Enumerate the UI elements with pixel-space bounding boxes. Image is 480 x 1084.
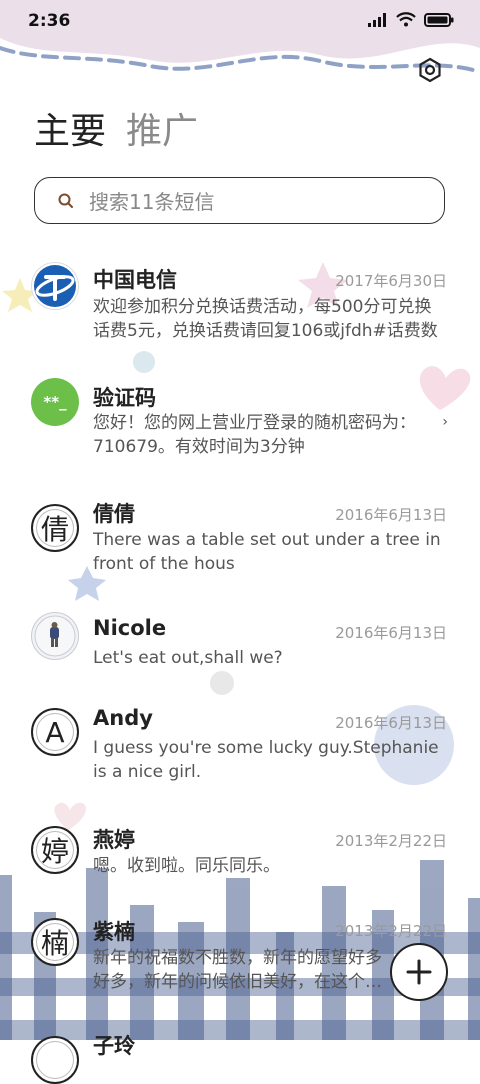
contact-name: 子玲 [93,1034,135,1058]
conversation-item[interactable]: 子玲 [0,1028,480,1084]
code-avatar: **_ [31,378,79,426]
message-date: 2016年6月13日 [335,714,447,732]
conversation-item[interactable]: **_ 验证码 您好！您的网上营业厅登录的随机密码为：710679。有效时间为3… [0,370,480,482]
photo-avatar [31,612,79,660]
settings-icon[interactable] [416,56,444,84]
contact-name: Andy [93,706,153,730]
message-preview: I guess you're some lucky guy.Stephanie … [93,738,439,782]
conversation-item[interactable]: 婷 燕婷 2013年2月22日 嗯。收到啦。同乐同乐。 [0,822,480,902]
contact-name: Nicole [93,616,167,640]
conversation-item[interactable]: A Andy 2016年6月13日 I guess you're some lu… [0,700,480,812]
tab-main[interactable]: 主要 [34,110,106,154]
conversation-item[interactable]: Nicole 2016年6月13日 Let's eat out,shall we… [0,606,480,706]
contact-name: 燕婷 [93,828,135,852]
search-bar[interactable] [34,177,445,224]
contact-name: 倩倩 [93,502,135,526]
battery-icon [424,12,454,27]
letter-avatar: 婷 [31,826,79,874]
letter-avatar: A [31,708,79,756]
chevron-right-icon[interactable]: › [442,414,448,430]
message-preview: 您好！您的网上营业厅登录的随机密码为：710679。有效时间为3分钟 [93,413,416,457]
telecom-logo-avatar [31,262,79,310]
message-date: 2013年2月22日 [335,832,447,850]
contact-name: 中国电信 [93,268,177,292]
message-date: 2016年6月13日 [335,506,447,524]
message-date: 2013年2月22日 [335,922,447,940]
letter-avatar: 倩 [31,504,79,552]
signal-icon [368,12,386,27]
search-input[interactable] [87,186,431,218]
status-time: 2:36 [28,11,71,31]
conversation-item[interactable]: 中国电信 2017年6月30日 欢迎参加积分兑换话费活动，每500分可兑换话费5… [0,252,480,364]
message-preview: 新年的祝福数不胜数，新年的愿望好多好多，新年的问候依旧美好，在这个温馨的时刻 [93,948,382,992]
message-preview: 欢迎参加积分兑换话费活动，每500分可兑换话费5元，兑换话费请回复106或jfd… [93,297,438,341]
message-date: 2016年6月13日 [335,624,447,642]
contact-name: 紫楠 [93,920,135,944]
contact-name: 验证码 [93,386,156,410]
new-message-button[interactable] [390,943,448,1001]
message-date: 2017年6月30日 [335,272,447,290]
message-preview: Let's eat out,shall we? [93,648,283,668]
message-preview: There was a table set out under a tree i… [93,530,441,574]
letter-avatar: 楠 [31,918,79,966]
status-bar: 2:36 [0,0,480,40]
tab-promotions[interactable]: 推广 [126,110,198,154]
avatar-text: **_ [43,393,67,411]
wifi-icon [396,12,416,27]
search-icon [58,193,73,208]
message-preview: 嗯。收到啦。同乐同乐。 [93,856,280,876]
conversation-item[interactable]: 倩 倩倩 2016年6月13日 There was a table set ou… [0,488,480,600]
letter-avatar [31,1036,79,1084]
tab-bar: 主要 推广 [34,110,198,154]
plus-icon [406,959,432,985]
